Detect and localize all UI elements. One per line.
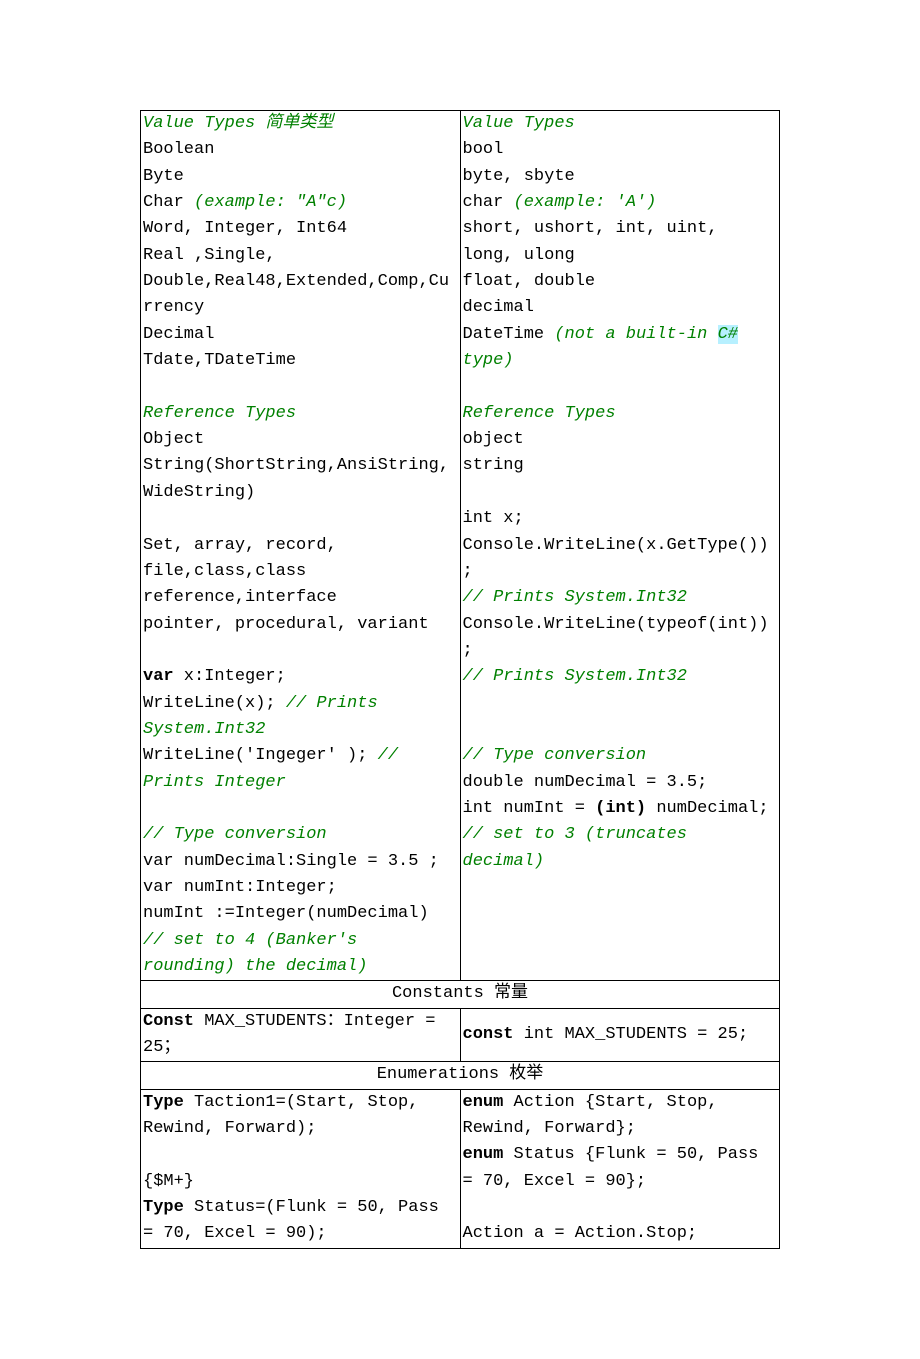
- code-text: char: [463, 193, 514, 212]
- code-text: Decimal: [143, 325, 214, 344]
- comment-text: // set to 3 (truncates decimal): [463, 825, 687, 870]
- code-text: Boolean: [143, 140, 214, 159]
- keyword: (int): [595, 799, 646, 818]
- code-text: numDecimal;: [646, 799, 768, 818]
- right-cell: enum Action {Start, Stop, Rewind, Forwar…: [460, 1089, 780, 1248]
- code-text: Console.WriteLine(x.GetType());: [463, 536, 769, 581]
- code-text: Set, array, record,: [143, 536, 337, 555]
- table-row: Enumerations 枚举: [141, 1062, 780, 1089]
- code-text: Word, Integer, Int64: [143, 219, 347, 238]
- keyword: Const: [143, 1012, 194, 1031]
- code-text: Tdate,TDateTime: [143, 351, 296, 370]
- code-text: var numDecimal:Single = 3.5 ;: [143, 852, 439, 871]
- keyword: const: [463, 1025, 514, 1044]
- code-text: byte, sbyte: [463, 167, 575, 186]
- code-text: bool: [463, 140, 504, 159]
- section-heading: Value Types: [463, 114, 575, 133]
- code-text: string: [463, 456, 524, 475]
- comment-text: (example: 'A'): [514, 193, 657, 212]
- table-row: Constants 常量: [141, 981, 780, 1008]
- code-text: float, double: [463, 272, 596, 291]
- section-heading: Value Types 简单类型: [143, 114, 333, 133]
- code-text: Status=(Flunk = 50, Pass = 70, Excel = 9…: [143, 1198, 439, 1243]
- table-row: Type Taction1=(Start, Stop, Rewind, Forw…: [141, 1089, 780, 1248]
- keyword: Type: [143, 1093, 184, 1112]
- code-text: short, ushort, int, uint, long, ulong: [463, 219, 718, 264]
- comment-text: type): [463, 351, 514, 370]
- left-cell: Const MAX_STUDENTS：Integer = 25；: [141, 1008, 461, 1062]
- code-text: Char: [143, 193, 194, 212]
- code-text: int numInt =: [463, 799, 596, 818]
- code-text: Object: [143, 430, 204, 449]
- comment-text: // Type conversion: [463, 746, 647, 765]
- code-text: WriteLine(x);: [143, 694, 286, 713]
- code-text: Real ,Single,: [143, 246, 276, 265]
- left-cell: Type Taction1=(Start, Stop, Rewind, Forw…: [141, 1089, 461, 1248]
- keyword: enum: [463, 1145, 504, 1164]
- comment-text: (not a built-in: [554, 325, 717, 344]
- code-text: var numInt:Integer;: [143, 878, 337, 897]
- code-text: Byte: [143, 167, 184, 186]
- code-text: Console.WriteLine(typeof(int));: [463, 615, 769, 660]
- code-text: double numDecimal = 3.5;: [463, 773, 708, 792]
- code-text: {$M+}: [143, 1172, 194, 1191]
- code-text: object: [463, 430, 524, 449]
- comment-text: // Prints System.Int32: [463, 667, 687, 686]
- code-text: Double,Real48,Extended,Comp,Currency: [143, 272, 449, 317]
- code-text: DateTime: [463, 325, 555, 344]
- code-text: file,class,class reference,interface: [143, 562, 337, 607]
- code-text: WriteLine('Ingeger' );: [143, 746, 378, 765]
- highlighted-text: C#: [718, 325, 738, 344]
- comment-text: // set to 4 (Banker's rounding) the deci…: [143, 931, 367, 976]
- code-text: numInt :=Integer(numDecimal): [143, 904, 429, 923]
- left-cell: Value Types 简单类型 Boolean Byte Char (exam…: [141, 111, 461, 981]
- right-cell: Value Types bool byte, sbyte char (examp…: [460, 111, 780, 981]
- right-cell: const int MAX_STUDENTS = 25;: [460, 1008, 780, 1062]
- code-text: int MAX_STUDENTS = 25;: [514, 1025, 749, 1044]
- section-heading: Reference Types: [463, 404, 616, 423]
- code-text: String(ShortString,AnsiString,WideString…: [143, 456, 449, 501]
- code-text: Taction1=(Start, Stop, Rewind, Forward);: [143, 1093, 418, 1138]
- comparison-table: Value Types 简单类型 Boolean Byte Char (exam…: [140, 110, 780, 1249]
- code-text: decimal: [463, 298, 534, 317]
- code-text: Status {Flunk = 50, Pass = 70, Excel = 9…: [463, 1145, 759, 1190]
- section-header: Constants 常量: [141, 981, 780, 1008]
- section-heading: Reference Types: [143, 404, 296, 423]
- comment-text: // Prints System.Int32: [463, 588, 687, 607]
- code-text: pointer, procedural, variant: [143, 615, 429, 634]
- comment-text: (example: "A"c): [194, 193, 347, 212]
- section-header: Enumerations 枚举: [141, 1062, 780, 1089]
- comment-text: // Type conversion: [143, 825, 327, 844]
- code-text: int x;: [463, 509, 524, 528]
- keyword: enum: [463, 1093, 504, 1112]
- keyword: var: [143, 667, 174, 686]
- table-row: Value Types 简单类型 Boolean Byte Char (exam…: [141, 111, 780, 981]
- code-text: x:Integer;: [174, 667, 286, 686]
- table-row: Const MAX_STUDENTS：Integer = 25； const i…: [141, 1008, 780, 1062]
- code-text: Action a = Action.Stop;: [463, 1224, 698, 1243]
- keyword: Type: [143, 1198, 184, 1217]
